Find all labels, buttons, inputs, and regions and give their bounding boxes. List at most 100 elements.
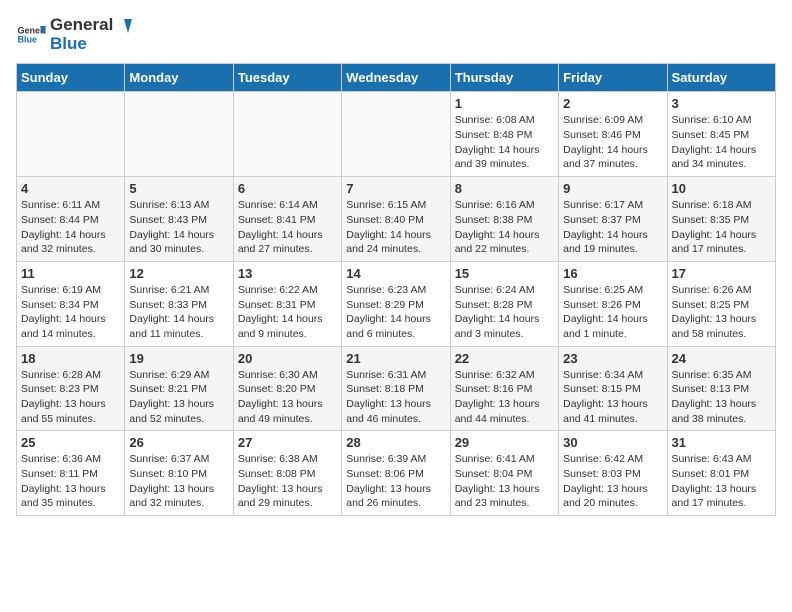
day-info: Sunrise: 6:15 AMSunset: 8:40 PMDaylight:… [346, 198, 445, 257]
day-number: 5 [129, 181, 228, 196]
day-info: Sunrise: 6:31 AMSunset: 8:18 PMDaylight:… [346, 368, 445, 427]
day-info: Sunrise: 6:37 AMSunset: 8:10 PMDaylight:… [129, 452, 228, 511]
svg-text:Blue: Blue [18, 34, 38, 44]
day-number: 30 [563, 435, 662, 450]
weekday-header-saturday: Saturday [667, 64, 775, 92]
calendar-day-cell [342, 92, 450, 177]
day-number: 26 [129, 435, 228, 450]
calendar-day-cell [17, 92, 125, 177]
day-info: Sunrise: 6:38 AMSunset: 8:08 PMDaylight:… [238, 452, 337, 511]
calendar-day-cell: 15Sunrise: 6:24 AMSunset: 8:28 PMDayligh… [450, 261, 558, 346]
calendar-day-cell: 24Sunrise: 6:35 AMSunset: 8:13 PMDayligh… [667, 346, 775, 431]
calendar-day-cell: 5 Sunrise: 6:13 AMSunset: 8:43 PMDaylight… [125, 177, 233, 262]
day-number: 18 [21, 351, 120, 366]
calendar-day-cell: 11Sunrise: 6:19 AMSunset: 8:34 PMDayligh… [17, 261, 125, 346]
day-info: Sunrise: 6:16 AMSunset: 8:38 PMDaylight:… [455, 198, 554, 257]
day-info: Sunrise: 6:19 AMSunset: 8:34 PMDaylight:… [21, 283, 120, 342]
logo: General Blue General Blue [16, 16, 133, 53]
calendar-day-cell: 10 Sunrise: 6:18 AMSunset: 8:35 PMDayligh… [667, 177, 775, 262]
calendar-day-cell: 25 Sunrise: 6:36 AMSunset: 8:11 PMDayligh… [17, 431, 125, 516]
day-number: 25 [21, 435, 120, 450]
day-info: Sunrise: 6:35 AMSunset: 8:13 PMDaylight:… [672, 368, 771, 427]
day-number: 29 [455, 435, 554, 450]
calendar-day-cell: 13 Sunrise: 6:22 AMSunset: 8:31 PMDayligh… [233, 261, 341, 346]
day-info: Sunrise: 6:36 AMSunset: 8:11 PMDaylight:… [21, 452, 120, 511]
day-info: Sunrise: 6:28 AMSunset: 8:23 PMDaylight:… [21, 368, 120, 427]
calendar-week-row: 11Sunrise: 6:19 AMSunset: 8:34 PMDayligh… [17, 261, 776, 346]
day-info: Sunrise: 6:21 AMSunset: 8:33 PMDaylight:… [129, 283, 228, 342]
day-number: 13 [238, 266, 337, 281]
weekday-header-row: SundayMondayTuesdayWednesdayThursdayFrid… [17, 64, 776, 92]
day-info: Sunrise: 6:13 AMSunset: 8:43 PMDaylight:… [129, 198, 228, 257]
calendar-day-cell: 18 Sunrise: 6:28 AMSunset: 8:23 PMDayligh… [17, 346, 125, 431]
day-number: 2 [563, 96, 662, 111]
weekday-header-thursday: Thursday [450, 64, 558, 92]
calendar-day-cell: 27 Sunrise: 6:38 AMSunset: 8:08 PMDayligh… [233, 431, 341, 516]
day-info: Sunrise: 6:11 AMSunset: 8:44 PMDaylight:… [21, 198, 120, 257]
day-info: Sunrise: 6:41 AMSunset: 8:04 PMDaylight:… [455, 452, 554, 511]
day-info: Sunrise: 6:08 AMSunset: 8:48 PMDaylight:… [455, 113, 554, 172]
calendar-day-cell [125, 92, 233, 177]
calendar-day-cell: 23 Sunrise: 6:34 AMSunset: 8:15 PMDayligh… [559, 346, 667, 431]
calendar-day-cell: 29 Sunrise: 6:41 AMSunset: 8:04 PMDayligh… [450, 431, 558, 516]
calendar-day-cell: 12 Sunrise: 6:21 AMSunset: 8:33 PMDayligh… [125, 261, 233, 346]
calendar-day-cell: 20 Sunrise: 6:30 AMSunset: 8:20 PMDayligh… [233, 346, 341, 431]
calendar-day-cell: 19 Sunrise: 6:29 AMSunset: 8:21 PMDayligh… [125, 346, 233, 431]
day-number: 10 [672, 181, 771, 196]
weekday-header-monday: Monday [125, 64, 233, 92]
calendar-day-cell: 3 Sunrise: 6:10 AMSunset: 8:45 PMDaylight… [667, 92, 775, 177]
calendar-week-row: 25 Sunrise: 6:36 AMSunset: 8:11 PMDayligh… [17, 431, 776, 516]
day-info: Sunrise: 6:29 AMSunset: 8:21 PMDaylight:… [129, 368, 228, 427]
logo-text: General [50, 16, 133, 35]
page-header: General Blue General Blue [16, 16, 776, 53]
calendar-week-row: 1 Sunrise: 6:08 AMSunset: 8:48 PMDaylight… [17, 92, 776, 177]
weekday-header-wednesday: Wednesday [342, 64, 450, 92]
logo-icon: General Blue [16, 20, 46, 50]
calendar-day-cell: 21 Sunrise: 6:31 AMSunset: 8:18 PMDayligh… [342, 346, 450, 431]
day-number: 17 [672, 266, 771, 281]
day-info: Sunrise: 6:34 AMSunset: 8:15 PMDaylight:… [563, 368, 662, 427]
calendar-day-cell: 14Sunrise: 6:23 AMSunset: 8:29 PMDayligh… [342, 261, 450, 346]
day-number: 20 [238, 351, 337, 366]
day-number: 21 [346, 351, 445, 366]
day-number: 23 [563, 351, 662, 366]
day-number: 22 [455, 351, 554, 366]
calendar-day-cell: 17 Sunrise: 6:26 AMSunset: 8:25 PMDayligh… [667, 261, 775, 346]
day-info: Sunrise: 6:14 AMSunset: 8:41 PMDaylight:… [238, 198, 337, 257]
day-number: 9 [563, 181, 662, 196]
day-number: 7 [346, 181, 445, 196]
calendar-day-cell: 1 Sunrise: 6:08 AMSunset: 8:48 PMDaylight… [450, 92, 558, 177]
calendar-day-cell: 28Sunrise: 6:39 AMSunset: 8:06 PMDayligh… [342, 431, 450, 516]
day-number: 16 [563, 266, 662, 281]
day-number: 4 [21, 181, 120, 196]
day-info: Sunrise: 6:32 AMSunset: 8:16 PMDaylight:… [455, 368, 554, 427]
day-number: 15 [455, 266, 554, 281]
day-number: 3 [672, 96, 771, 111]
calendar-day-cell: 2Sunrise: 6:09 AMSunset: 8:46 PMDaylight… [559, 92, 667, 177]
day-info: Sunrise: 6:30 AMSunset: 8:20 PMDaylight:… [238, 368, 337, 427]
day-number: 19 [129, 351, 228, 366]
day-number: 6 [238, 181, 337, 196]
day-info: Sunrise: 6:26 AMSunset: 8:25 PMDaylight:… [672, 283, 771, 342]
day-info: Sunrise: 6:42 AMSunset: 8:03 PMDaylight:… [563, 452, 662, 511]
day-info: Sunrise: 6:25 AMSunset: 8:26 PMDaylight:… [563, 283, 662, 342]
calendar-day-cell: 22 Sunrise: 6:32 AMSunset: 8:16 PMDayligh… [450, 346, 558, 431]
day-number: 12 [129, 266, 228, 281]
day-info: Sunrise: 6:10 AMSunset: 8:45 PMDaylight:… [672, 113, 771, 172]
calendar-day-cell: 9Sunrise: 6:17 AMSunset: 8:37 PMDaylight… [559, 177, 667, 262]
calendar-day-cell: 30 Sunrise: 6:42 AMSunset: 8:03 PMDayligh… [559, 431, 667, 516]
calendar-table: SundayMondayTuesdayWednesdayThursdayFrid… [16, 63, 776, 516]
day-number: 1 [455, 96, 554, 111]
logo-blue-text: Blue [50, 35, 133, 54]
day-info: Sunrise: 6:18 AMSunset: 8:35 PMDaylight:… [672, 198, 771, 257]
calendar-day-cell: 7 Sunrise: 6:15 AMSunset: 8:40 PMDaylight… [342, 177, 450, 262]
day-info: Sunrise: 6:22 AMSunset: 8:31 PMDaylight:… [238, 283, 337, 342]
calendar-day-cell: 8 Sunrise: 6:16 AMSunset: 8:38 PMDaylight… [450, 177, 558, 262]
day-info: Sunrise: 6:23 AMSunset: 8:29 PMDaylight:… [346, 283, 445, 342]
day-number: 27 [238, 435, 337, 450]
weekday-header-sunday: Sunday [17, 64, 125, 92]
weekday-header-tuesday: Tuesday [233, 64, 341, 92]
calendar-week-row: 18 Sunrise: 6:28 AMSunset: 8:23 PMDayligh… [17, 346, 776, 431]
calendar-day-cell: 6 Sunrise: 6:14 AMSunset: 8:41 PMDaylight… [233, 177, 341, 262]
day-number: 8 [455, 181, 554, 196]
